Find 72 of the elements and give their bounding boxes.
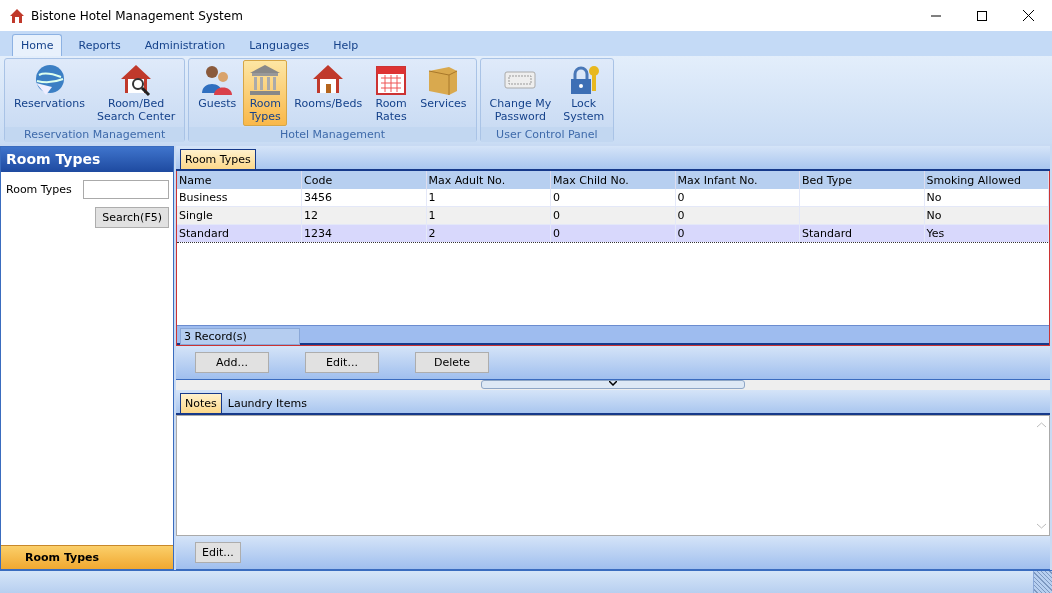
table-cell: Standard	[802, 227, 853, 240]
table-cell: 0	[677, 227, 685, 240]
table-cell: 2	[428, 227, 436, 240]
room-types-field[interactable]	[83, 180, 169, 199]
table-row[interactable]: Single 12 1 0 0 No	[177, 206, 1049, 225]
record-count: 3 Record(s)	[180, 328, 300, 345]
ribbon-button[interactable]: Reservations	[9, 60, 90, 126]
column-header[interactable]: Code	[301, 171, 426, 189]
tab[interactable]: Notes	[180, 393, 222, 413]
group-title: Reservation Management	[5, 127, 185, 142]
panel-title: Room Types	[1, 147, 173, 172]
people-icon	[200, 63, 235, 97]
notes-area[interactable]	[176, 415, 1050, 536]
resize-grip[interactable]	[1033, 571, 1052, 593]
table-cell: 3456	[304, 191, 332, 204]
ribbon-button[interactable]: Room/Bed Search Center	[92, 60, 181, 126]
tab[interactable]: Laundry Items	[222, 393, 312, 413]
columns-building-icon	[248, 63, 283, 97]
grid-button[interactable]: Delete	[415, 352, 489, 373]
splitter-handle[interactable]	[481, 380, 745, 389]
ribbon-button[interactable]: Room Types	[243, 60, 288, 126]
table-row[interactable]: Standard 1234 2 0 0 Standard Yes	[177, 224, 1049, 243]
close-icon[interactable]	[1023, 10, 1034, 21]
calendar-icon	[374, 63, 409, 97]
menu-tab[interactable]: Help	[325, 35, 367, 56]
chevron-down-icon	[609, 381, 617, 386]
menu-tab[interactable]: Languages	[241, 35, 318, 56]
ribbon-button[interactable]: Guests	[193, 60, 242, 126]
table-cell: Business	[179, 191, 228, 204]
table-cell: 1	[428, 191, 436, 204]
ribbon-button[interactable]: Room Rates	[369, 60, 414, 126]
menu-tab[interactable]: Reports	[70, 35, 129, 56]
table-cell: Single	[179, 209, 213, 222]
edit-button[interactable]: Edit...	[195, 542, 241, 563]
grid-button[interactable]: Edit...	[305, 352, 379, 373]
ribbon-button[interactable]: Rooms/Beds	[289, 60, 368, 126]
table-cell: 1234	[304, 227, 332, 240]
table-cell: 0	[553, 209, 560, 222]
table-cell: Standard	[179, 227, 230, 240]
table-cell: 12	[304, 209, 318, 222]
menu-tab[interactable]: Administration	[136, 35, 234, 56]
window-title: Bistone Hotel Management System	[31, 8, 243, 23]
scroll-up-icon[interactable]	[1037, 422, 1046, 428]
sidebar-footer-tab[interactable]: Room Types	[1, 545, 173, 569]
table-cell: 0	[677, 209, 685, 222]
table-cell: No	[926, 191, 942, 204]
column-header[interactable]: Name	[177, 171, 302, 189]
ribbon-button[interactable]: Services	[415, 60, 472, 126]
search-button[interactable]: Search(F5)	[95, 207, 169, 228]
column-header[interactable]: Smoking Allowed	[924, 171, 1049, 189]
scroll-down-icon[interactable]	[1037, 523, 1046, 529]
grid-button[interactable]: Add...	[195, 352, 269, 373]
table-cell: 1	[428, 209, 436, 222]
column-header[interactable]: Bed Type	[799, 171, 924, 189]
column-header[interactable]: Max Adult No.	[426, 171, 551, 189]
table-cell: No	[926, 209, 942, 222]
table-cell: 0	[553, 191, 560, 204]
group-title: User Control Panel	[480, 127, 614, 142]
house-icon	[9, 7, 25, 24]
table-cell: Yes	[926, 227, 945, 240]
table-cell: 0	[677, 191, 685, 204]
menu-tab[interactable]: Home	[12, 34, 63, 56]
column-header[interactable]: Max Infant No.	[675, 171, 800, 189]
tab[interactable]: Room Types	[180, 149, 256, 169]
maximize-icon[interactable]	[977, 10, 987, 21]
group-title: Hotel Management	[189, 127, 476, 142]
table-row[interactable]: Business 3456 1 0 0 No	[177, 189, 1049, 207]
column-header[interactable]: Max Child No.	[550, 171, 675, 189]
ribbon-button[interactable]: Change My Password	[484, 60, 557, 126]
ribbon-button[interactable]: Lock System	[558, 60, 610, 126]
field-label: Room Types	[6, 183, 72, 196]
table-cell: 0	[553, 227, 560, 240]
